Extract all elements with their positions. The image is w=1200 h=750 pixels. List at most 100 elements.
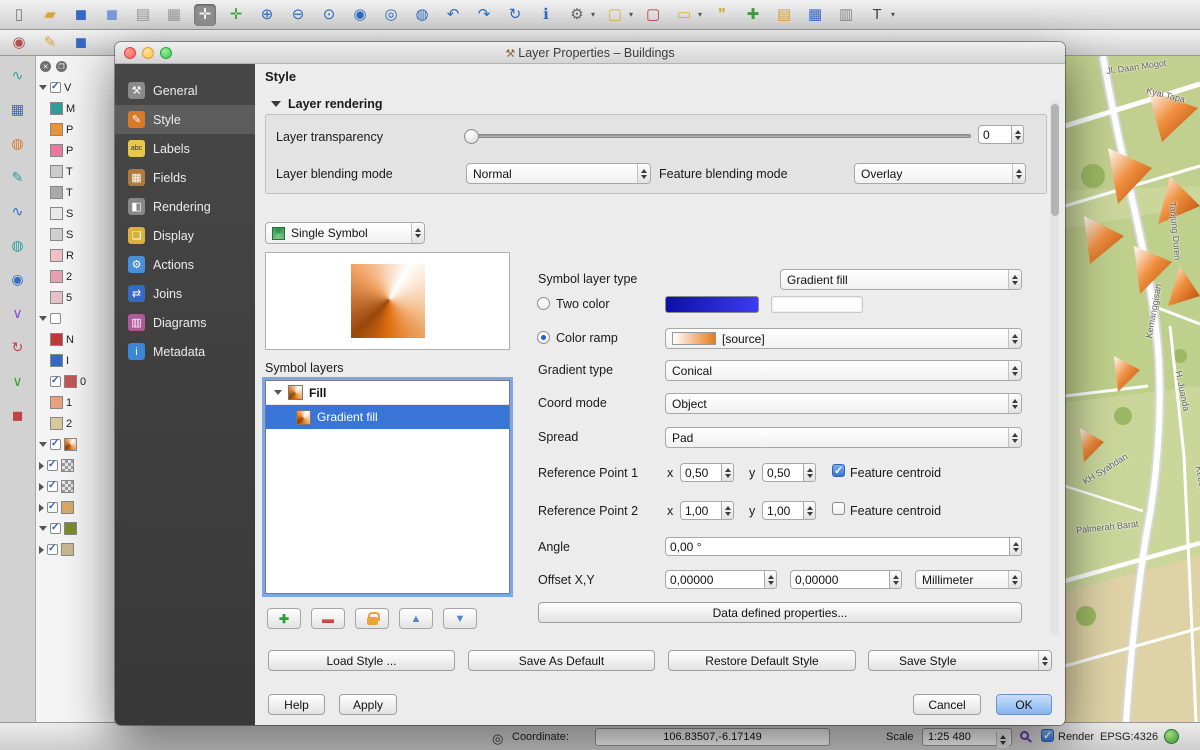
layer-visibility-checkbox[interactable]	[47, 544, 58, 555]
transparency-slider[interactable]	[466, 129, 971, 143]
coord-mode-combo[interactable]: Object	[665, 393, 1022, 414]
sidebar-item-style[interactable]: ✎Style	[115, 105, 255, 134]
layer-row[interactable]	[36, 476, 117, 497]
layer-row[interactable]	[36, 455, 117, 476]
deselect-features-icon[interactable]: ▢	[642, 4, 664, 26]
layer-row[interactable]: N	[36, 329, 117, 350]
scale-combo[interactable]: 1:25 480	[922, 728, 1012, 746]
layer-row[interactable]: V	[36, 77, 117, 98]
lock-color-button[interactable]	[355, 608, 389, 629]
layer-row[interactable]	[36, 518, 117, 539]
layer-row[interactable]	[36, 434, 117, 455]
layer-visibility-checkbox[interactable]	[47, 502, 58, 513]
text-annotation-dropdown-icon[interactable]: ▾	[891, 10, 895, 19]
coordinate-input[interactable]: 106.83507,-6.17149	[595, 728, 830, 746]
layer-row[interactable]: M	[36, 98, 117, 119]
current-edits-icon[interactable]: ◉	[8, 32, 30, 54]
sidebar-item-metadata[interactable]: iMetadata	[115, 337, 255, 366]
scrollbar-thumb[interactable]	[1051, 104, 1059, 216]
layer-row[interactable]: S	[36, 203, 117, 224]
spinbox-arrows[interactable]	[889, 570, 902, 589]
ref2-x-spinbox[interactable]: 1,00	[680, 501, 734, 520]
help-button[interactable]: Help	[268, 694, 325, 715]
measure-icon[interactable]: ▭	[673, 4, 695, 26]
offset-x-spinbox[interactable]: 0,00000	[665, 570, 777, 589]
dialog-titlebar[interactable]: Layer Properties – Buildings	[115, 42, 1065, 64]
remove-symbol-layer-button[interactable]: ▬	[311, 608, 345, 629]
layer-expander-icon[interactable]	[39, 546, 44, 554]
simplify-feature-icon[interactable]: ∿	[6, 64, 30, 86]
zoom-next-icon[interactable]: ↷	[473, 4, 495, 26]
ref1-y-value[interactable]: 0,50	[762, 463, 803, 482]
color2-button[interactable]	[771, 296, 863, 313]
tree-item-gradient-fill[interactable]: Gradient fill	[266, 405, 509, 429]
move-down-button[interactable]: ▼	[443, 608, 477, 629]
text-annotation-icon[interactable]: T	[866, 4, 888, 26]
zoom-full-icon[interactable]: ◉	[349, 4, 371, 26]
spinbox-arrows[interactable]	[803, 463, 816, 482]
spinbox-arrows[interactable]	[1011, 125, 1024, 144]
rotate-feature-icon[interactable]: ↻	[6, 336, 30, 358]
content-scrollbar[interactable]	[1050, 100, 1059, 636]
ref1-x-value[interactable]: 0,50	[680, 463, 721, 482]
apply-button[interactable]: Apply	[339, 694, 397, 715]
map-tips-icon[interactable]: ❞	[711, 4, 733, 26]
layer-row[interactable]: 0	[36, 371, 117, 392]
layer-row[interactable]: P	[36, 140, 117, 161]
layer-rendering-disclosure[interactable]: Layer rendering	[271, 97, 382, 111]
angle-spinbox[interactable]: 0,00 °	[665, 537, 1022, 556]
layer-visibility-checkbox[interactable]	[50, 313, 61, 324]
save-project-icon[interactable]: ◼	[70, 4, 92, 26]
ref2-y-spinbox[interactable]: 1,00	[762, 501, 816, 520]
crs-status[interactable]: EPSG:4326	[1100, 731, 1158, 743]
sidebar-item-rendering[interactable]: ◧Rendering	[115, 192, 255, 221]
layer-row[interactable]	[36, 539, 117, 560]
measure-dropdown-icon[interactable]: ▾	[698, 10, 702, 19]
layer-row[interactable]: T	[36, 161, 117, 182]
run-feature-action-dropdown-icon[interactable]: ▾	[591, 10, 595, 19]
sidebar-item-fields[interactable]: ▦Fields	[115, 163, 255, 192]
transparency-spinbox[interactable]: 0	[978, 125, 1024, 144]
save-as-default-button[interactable]: Save As Default	[468, 650, 655, 671]
gradient-type-combo[interactable]: Conical	[665, 360, 1022, 381]
offset-unit-combo[interactable]: Millimeter	[915, 570, 1022, 589]
node-tool-icon[interactable]: ✎	[6, 166, 30, 188]
spinbox-arrows[interactable]	[721, 463, 734, 482]
layer-row[interactable]: R	[36, 245, 117, 266]
spinbox-arrows[interactable]	[721, 501, 734, 520]
layer-row[interactable]: 2	[36, 266, 117, 287]
merge-features-icon[interactable]: ∨	[6, 302, 30, 324]
spinbox-arrows[interactable]	[1009, 537, 1022, 556]
select-features-icon[interactable]: ▢	[604, 4, 626, 26]
scale-magnifier-icon[interactable]	[1020, 731, 1029, 740]
offset-x-value[interactable]: 0,00000	[665, 570, 764, 589]
load-style-button[interactable]: Load Style ...	[268, 650, 455, 671]
spinbox-arrows[interactable]	[764, 570, 777, 589]
ref2-y-value[interactable]: 1,00	[762, 501, 803, 520]
zoom-in-icon[interactable]: ⊕	[256, 4, 278, 26]
layer-row[interactable]: P	[36, 119, 117, 140]
restore-default-style-button[interactable]: Restore Default Style	[668, 650, 856, 671]
move-up-button[interactable]: ▲	[399, 608, 433, 629]
identify-icon[interactable]: ℹ	[535, 4, 557, 26]
ref1-x-spinbox[interactable]: 0,50	[680, 463, 734, 482]
delete-part-icon[interactable]: ∨	[6, 370, 30, 392]
zoom-to-layer-icon[interactable]: ◍	[411, 4, 433, 26]
data-defined-properties-button[interactable]: Data defined properties...	[538, 602, 1022, 623]
spread-combo[interactable]: Pad	[665, 427, 1022, 448]
renderer-combo[interactable]: Single Symbol	[265, 222, 425, 244]
zoom-native-icon[interactable]: ⊙	[318, 4, 340, 26]
split-features-icon[interactable]: ◉	[6, 268, 30, 290]
new-project-icon[interactable]: ▯	[8, 4, 30, 26]
sidebar-item-general[interactable]: ⚒General	[115, 76, 255, 105]
layer-row[interactable]: T	[36, 182, 117, 203]
zoom-to-selection-icon[interactable]: ◎	[380, 4, 402, 26]
save-project-as-icon[interactable]: ◼	[101, 4, 123, 26]
sidebar-item-diagrams[interactable]: ▥Diagrams	[115, 308, 255, 337]
layer-expander-icon[interactable]	[39, 462, 44, 470]
layer-blending-combo[interactable]: Normal	[466, 163, 651, 184]
spinbox-arrows[interactable]	[803, 501, 816, 520]
layer-expander-icon[interactable]	[39, 526, 47, 531]
layer-visibility-checkbox[interactable]	[47, 481, 58, 492]
save-style-dropdown-arrows[interactable]	[1038, 651, 1051, 670]
